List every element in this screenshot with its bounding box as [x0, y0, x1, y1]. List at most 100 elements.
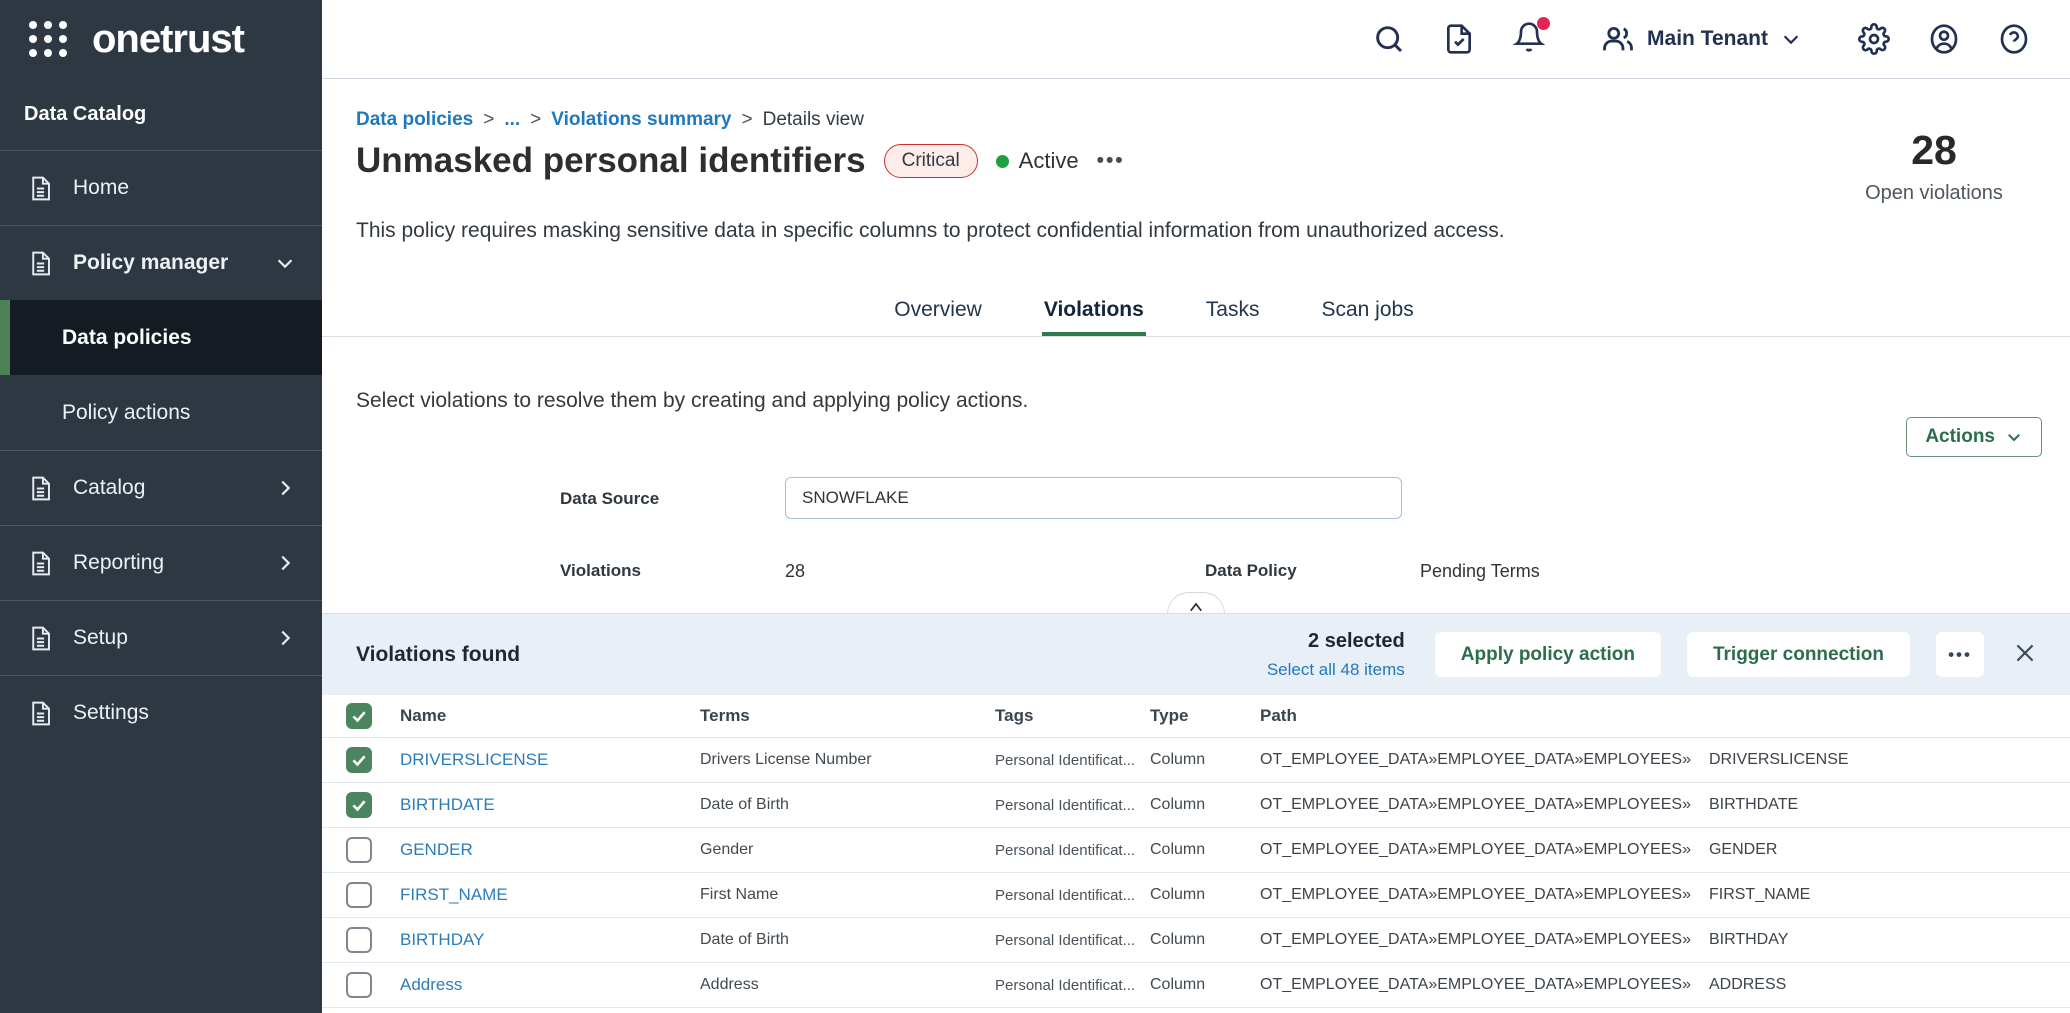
actions-button[interactable]: Actions	[1906, 417, 2042, 457]
row-checkbox[interactable]	[346, 882, 372, 908]
onetrust-grid-logo-icon	[26, 17, 70, 61]
tags-cell: Personal Identificat...	[995, 752, 1150, 769]
violation-name-link[interactable]: BIRTHDATE	[400, 795, 700, 815]
chevron-down-icon	[2005, 428, 2023, 446]
row-checkbox[interactable]	[346, 792, 372, 818]
tab-overview[interactable]: Overview	[892, 287, 984, 336]
column-header-name[interactable]: Name	[400, 706, 700, 726]
sidebar-item-reporting[interactable]: Reporting	[0, 525, 322, 600]
search-icon[interactable]	[1373, 23, 1405, 55]
terms-cell: Address	[700, 976, 995, 994]
type-cell: Column	[1150, 796, 1260, 814]
check-icon	[350, 796, 368, 814]
row-checkbox[interactable]	[346, 837, 372, 863]
account-icon[interactable]	[1928, 23, 1960, 55]
path-leaf: FIRST_NAME	[1709, 886, 1810, 903]
document-icon	[26, 624, 55, 653]
row-checkbox[interactable]	[346, 747, 372, 773]
open-violations-kpi: 28 Open violations	[1844, 127, 2024, 205]
title-more-options-icon[interactable]: •••	[1097, 149, 1125, 173]
breadcrumb-link-data-policies[interactable]: Data policies	[356, 109, 473, 131]
tags-cell: Personal Identificat...	[995, 887, 1150, 904]
violation-name-link[interactable]: GENDER	[400, 840, 700, 860]
path-prefix: OT_EMPLOYEE_DATA»EMPLOYEE_DATA»EMPLOYEES…	[1260, 796, 1691, 813]
notifications-bell-icon[interactable]	[1513, 21, 1545, 58]
collapse-panel-button[interactable]	[1167, 592, 1225, 614]
sidebar-item-catalog[interactable]: Catalog	[0, 450, 322, 525]
close-icon	[2012, 640, 2038, 666]
path-cell: OT_EMPLOYEE_DATA»EMPLOYEE_DATA»EMPLOYEES…	[1260, 751, 2070, 769]
tasks-document-icon[interactable]	[1443, 23, 1475, 55]
column-header-tags[interactable]: Tags	[995, 706, 1150, 726]
tab-tasks[interactable]: Tasks	[1204, 287, 1262, 336]
people-icon	[1601, 22, 1635, 56]
breadcrumb-link-violations-summary[interactable]: Violations summary	[551, 109, 731, 131]
violations-found-title: Violations found	[356, 643, 520, 667]
app-label: Data Catalog	[0, 78, 322, 150]
column-header-terms[interactable]: Terms	[700, 706, 995, 726]
logo-text: onetrust	[92, 17, 244, 62]
more-actions-button[interactable]: •••	[1936, 632, 1984, 677]
violation-name-link[interactable]: BIRTHDAY	[400, 930, 700, 950]
close-selection-button[interactable]	[2010, 640, 2040, 670]
violation-name-link[interactable]: Address	[400, 975, 700, 995]
type-cell: Column	[1150, 931, 1260, 949]
status-label: Active	[1019, 148, 1079, 174]
open-violations-label: Open violations	[1844, 182, 2024, 205]
chevron-right-icon	[274, 552, 296, 574]
sidebar-item-policy-actions[interactable]: Policy actions	[0, 375, 322, 450]
tags-cell: Personal Identificat...	[995, 932, 1150, 949]
table-row: GENDER Gender Personal Identificat... Co…	[322, 828, 2070, 873]
onetrust-logo[interactable]: onetrust	[0, 0, 322, 78]
path-prefix: OT_EMPLOYEE_DATA»EMPLOYEE_DATA»EMPLOYEES…	[1260, 886, 1691, 903]
path-prefix: OT_EMPLOYEE_DATA»EMPLOYEE_DATA»EMPLOYEES…	[1260, 931, 1691, 948]
sidebar-item-setup[interactable]: Setup	[0, 600, 322, 675]
sidebar-item-data-policies[interactable]: Data policies	[0, 300, 322, 375]
sidebar-item-policy-manager[interactable]: Policy manager	[0, 225, 322, 300]
breadcrumb-separator: >	[742, 109, 753, 131]
document-icon	[26, 699, 55, 728]
tab-scan-jobs[interactable]: Scan jobs	[1319, 287, 1415, 336]
topbar: Main Tenant	[322, 0, 2070, 79]
tags-cell: Personal Identificat...	[995, 797, 1150, 814]
table-row: Address Address Personal Identificat... …	[322, 963, 2070, 1008]
settings-gear-icon[interactable]	[1858, 23, 1890, 55]
breadcrumb-current: Details view	[763, 109, 864, 131]
main-content: Data policies > ... > Violations summary…	[322, 79, 2070, 1013]
tenant-switcher[interactable]: Main Tenant	[1601, 22, 1802, 56]
sidebar-item-label: Catalog	[73, 476, 145, 500]
breadcrumb-ellipsis-link[interactable]: ...	[504, 109, 520, 131]
selection-bar: Violations found 2 selected Select all 4…	[322, 613, 2070, 695]
row-checkbox[interactable]	[346, 927, 372, 953]
table-row: BIRTHDAY Date of Birth Personal Identifi…	[322, 918, 2070, 963]
data-source-input[interactable]	[785, 477, 1402, 519]
sidebar-item-label: Reporting	[73, 551, 164, 575]
path-leaf: ADDRESS	[1709, 976, 1786, 993]
apply-policy-action-button[interactable]: Apply policy action	[1435, 632, 1661, 677]
policy-description: This policy requires masking sensitive d…	[356, 219, 1505, 243]
document-icon	[26, 174, 55, 203]
select-all-link[interactable]: Select all 48 items	[1267, 660, 1405, 680]
chevron-right-icon	[274, 477, 296, 499]
tags-cell: Personal Identificat...	[995, 842, 1150, 859]
tab-violations[interactable]: Violations	[1042, 287, 1146, 336]
path-leaf: BIRTHDAY	[1709, 931, 1788, 948]
terms-cell: Date of Birth	[700, 796, 995, 814]
violation-name-link[interactable]: DRIVERSLICENSE	[400, 750, 700, 770]
column-header-path[interactable]: Path	[1260, 706, 2070, 726]
sidebar-item-home[interactable]: Home	[0, 150, 322, 225]
terms-cell: Drivers License Number	[700, 751, 995, 769]
row-checkbox[interactable]	[346, 972, 372, 998]
select-all-checkbox[interactable]	[346, 703, 372, 729]
trigger-connection-button[interactable]: Trigger connection	[1687, 632, 1910, 677]
instruction-text: Select violations to resolve them by cre…	[356, 389, 1028, 413]
sidebar-item-settings[interactable]: Settings	[0, 675, 322, 750]
status-indicator: Active	[996, 148, 1079, 174]
violation-name-link[interactable]: FIRST_NAME	[400, 885, 700, 905]
help-icon[interactable]	[1998, 23, 2030, 55]
check-icon	[350, 707, 368, 725]
column-header-type[interactable]: Type	[1150, 706, 1260, 726]
breadcrumb-separator: >	[483, 109, 494, 131]
document-icon	[26, 249, 55, 278]
terms-cell: Gender	[700, 841, 995, 859]
